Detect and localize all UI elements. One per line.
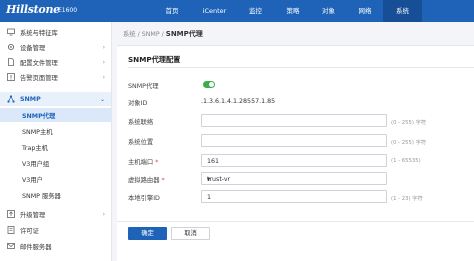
sidebar-item-label: SNMP [20,95,41,103]
device-model: E1600 [58,7,78,14]
sidebar: 系统与特征库 设备管理 › 配置文件管理 › 告警页面管理 › SNMP ⌄ S… [0,22,112,261]
location-hint: (0 - 255) 字符 [391,140,427,146]
snmp-agent-config-panel: SNMP代理配置 SNMP代理 对象ID .1.3.6.1.4.1.28557.… [117,45,474,261]
sidebar-item-label: 配置文件管理 [20,59,58,67]
engine-id-input-value: 1 [207,194,212,201]
vrouter-label-text: 虚拟路由器 [128,177,160,184]
brand-logo[interactable]: Hillstone [6,3,60,16]
sidebar-item-snmp-host[interactable]: SNMP主机 [0,124,111,138]
oid-label: 对象ID [128,100,148,107]
nav-icenter[interactable]: iCenter [194,0,235,22]
engine-id-input[interactable]: 1 [201,190,387,203]
port-label-text: 主机端口 [128,159,154,166]
sidebar-item-license[interactable]: 许可证 [0,223,111,237]
port-label: 主机端口 * [128,157,158,166]
sidebar-item-label: 升级管理 [20,211,46,219]
required-mark: * [161,177,165,184]
upgrade-icon [7,210,15,218]
sidebar-sub-label: SNMP代理 [22,112,56,120]
port-input-value: 161 [207,158,220,165]
sidebar-sub-label: SNMP主机 [22,128,53,136]
nav-monitor[interactable]: 监控 [235,0,276,22]
network-icon [7,95,15,103]
contact-hint: (0 - 255) 字符 [391,120,427,126]
sidebar-item-device-management[interactable]: 设备管理 › [0,40,111,54]
sidebar-item-label: 系统与特征库 [20,29,58,37]
main-nav: 首页 iCenter 监控 策略 对象 网络 系统 [150,0,422,22]
port-hint: (1 - 65535) [391,158,421,164]
location-label: 系统位置 [128,139,154,146]
oid-value: .1.3.6.1.4.1.28557.1.85 [201,98,276,105]
sidebar-item-snmp-server[interactable]: SNMP 服务器 [0,188,111,202]
toggle-knob [209,82,214,87]
sidebar-item-upgrade[interactable]: 升级管理 › [0,207,111,221]
nav-network[interactable]: 网络 [347,0,383,22]
engine-id-hint: (1 - 23) 字符 [391,196,423,202]
vrouter-select[interactable]: trust-vr ▾ [201,172,387,185]
sidebar-sub-label: V3用户 [22,176,43,184]
sidebar-sub-label: Trap主机 [22,144,48,152]
sidebar-item-label: 邮件服务器 [20,243,52,251]
footer-divider [117,221,474,222]
required-mark: * [155,159,159,166]
sidebar-item-snmp-agent[interactable]: SNMP代理 [0,108,111,122]
chevron-right-icon: › [102,73,105,81]
sidebar-sub-label: V3用户组 [22,160,50,168]
snmp-agent-toggle[interactable] [203,81,215,88]
nav-object[interactable]: 对象 [310,0,347,22]
nav-policy[interactable]: 策略 [276,0,310,22]
license-icon [7,226,15,234]
nav-system[interactable]: 系统 [383,0,422,22]
chevron-right-icon: › [102,210,105,218]
location-input[interactable] [201,134,387,147]
vrouter-label: 虚拟路由器 * [128,175,165,184]
sidebar-sub-label: SNMP 服务器 [22,192,61,200]
chevron-down-icon: ▾ [207,176,211,183]
monitor-icon [7,28,15,36]
breadcrumb: 系统 / SNMP / SNMP代理 [123,29,203,39]
engine-id-label: 本地引擎ID [128,195,160,202]
mail-icon [7,242,15,250]
sidebar-item-label: 设备管理 [20,44,46,52]
panel-title: SNMP代理配置 [128,55,181,64]
sidebar-item-trap-host[interactable]: Trap主机 [0,140,111,154]
cancel-button[interactable]: 取消 [171,227,210,240]
sidebar-item-alert-pages[interactable]: 告警页面管理 › [0,70,111,84]
sidebar-item-v3-user[interactable]: V3用户 [0,172,111,186]
gear-icon [7,43,15,51]
sidebar-item-config-files[interactable]: 配置文件管理 › [0,55,111,69]
nav-home[interactable]: 首页 [150,0,194,22]
sidebar-item-v3-user-group[interactable]: V3用户组 [0,156,111,170]
breadcrumb-current: SNMP代理 [165,30,203,38]
ok-button[interactable]: 确定 [128,227,167,240]
alert-icon [7,73,15,81]
breadcrumb-system[interactable]: 系统 [123,31,136,38]
file-icon [7,58,15,66]
sidebar-item-mail-server[interactable]: 邮件服务器 [0,239,111,253]
title-divider [128,67,474,68]
sidebar-item-label: 告警页面管理 [20,74,58,82]
chevron-down-icon: ⌄ [99,95,105,103]
chevron-right-icon: › [102,43,105,51]
top-bar: Hillstone E1600 首页 iCenter 监控 策略 对象 网络 系… [0,0,474,22]
sidebar-item-snmp[interactable]: SNMP ⌄ [0,92,111,106]
chevron-right-icon: › [102,58,105,66]
breadcrumb-snmp[interactable]: SNMP [142,31,160,38]
sidebar-item-system-signature[interactable]: 系统与特征库 [0,25,111,39]
snmp-agent-label: SNMP代理 [128,83,159,90]
port-input[interactable]: 161 [201,154,387,167]
contact-label: 系统联络 [128,119,154,126]
sidebar-item-label: 许可证 [20,227,39,235]
contact-input[interactable] [201,114,387,127]
